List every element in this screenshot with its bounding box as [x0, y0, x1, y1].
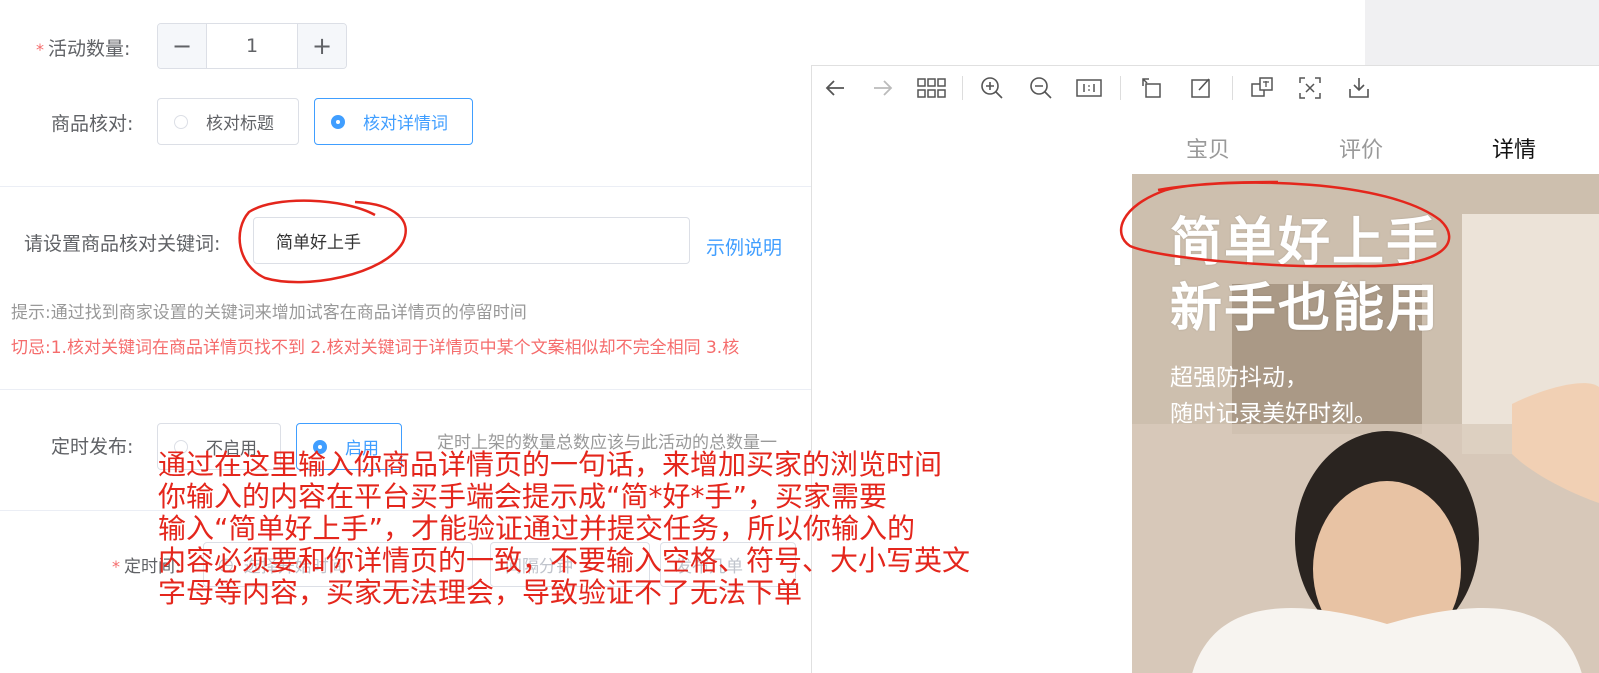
toolbar-separator [1232, 76, 1233, 100]
activity-count-value[interactable]: 1 [206, 24, 298, 68]
grid-icon[interactable] [916, 74, 948, 102]
tab-details[interactable]: 详情 [1492, 132, 1536, 164]
increment-button[interactable]: + [298, 24, 346, 68]
product-sub-line2: 随时记录美好时刻。 [1170, 401, 1377, 427]
rotate-icon[interactable] [1138, 74, 1166, 102]
ocr-icon[interactable] [1296, 74, 1324, 102]
radio-icon [174, 114, 188, 129]
annotation-line: 通过在这里输入你商品详情页的一句话，来增加买家的浏览时间 [158, 448, 943, 481]
arrow-left-icon[interactable] [821, 74, 849, 102]
product-title-line2: 新手也能用 [1170, 279, 1441, 339]
tab-reviews[interactable]: 评价 [1339, 132, 1383, 164]
annotation-text: 通过在这里输入你商品详情页的一句话，来增加买家的浏览时间 你输入的内容在平台买手… [158, 449, 970, 609]
required-mark: * [36, 40, 44, 59]
annotation-line: 字母等内容，买家无法理会，导致验证不了无法下单 [158, 576, 803, 609]
activity-count-label: * 活动数量: [36, 38, 131, 60]
divider [0, 186, 811, 187]
keyword-warning: 切忌:1.核对关键词在商品详情页找不到 2.核对关键词于详情页中某个文案相似却不… [11, 338, 740, 358]
toolbar-separator [1120, 76, 1121, 100]
annotation-line: 输入“简单好上手”，才能验证通过并提交任务，所以你输入的 [158, 512, 916, 545]
verify-option-title[interactable]: 核对标题 [157, 98, 299, 145]
actual-size-icon[interactable] [1075, 74, 1103, 102]
translate-icon[interactable] [1248, 74, 1276, 102]
tab-baby[interactable]: 宝贝 [1186, 132, 1230, 164]
verify-label: 商品核对: [51, 113, 134, 135]
required-mark: * [112, 557, 120, 576]
annotation-line: 你输入的内容在平台买手端会提示成“简*好*手”，买家需要 [158, 480, 888, 513]
viewer-toolbar [812, 66, 1599, 112]
schedule-label: 定时发布: [51, 436, 134, 458]
decrement-button[interactable]: − [158, 24, 206, 68]
product-sub-line1: 超强防抖动， [1170, 365, 1308, 391]
radio-checked-icon [331, 114, 345, 129]
annotation-circle [1119, 180, 1451, 268]
edit-icon[interactable] [1187, 74, 1215, 102]
zoom-out-icon[interactable] [1027, 74, 1055, 102]
example-link[interactable]: 示例说明 [706, 233, 782, 260]
annotation-circle [238, 199, 407, 284]
annotation-line: 内容必须要和你详情页的一致，不要输入空格、符号、大小写英文 [158, 544, 971, 577]
download-icon[interactable] [1345, 74, 1373, 102]
activity-count-stepper[interactable]: − 1 + [157, 23, 347, 69]
divider [0, 389, 811, 390]
zoom-in-icon[interactable] [978, 74, 1006, 102]
verify-option-detail[interactable]: 核对详情词 [314, 98, 473, 145]
toolbar-separator [962, 76, 963, 100]
keyword-label: 请设置商品核对关键词: [24, 233, 221, 255]
arrow-right-icon[interactable] [869, 74, 897, 102]
keyword-hint: 提示:通过找到商家设置的关键词来增加试客在商品详情页的停留时间 [11, 303, 527, 323]
